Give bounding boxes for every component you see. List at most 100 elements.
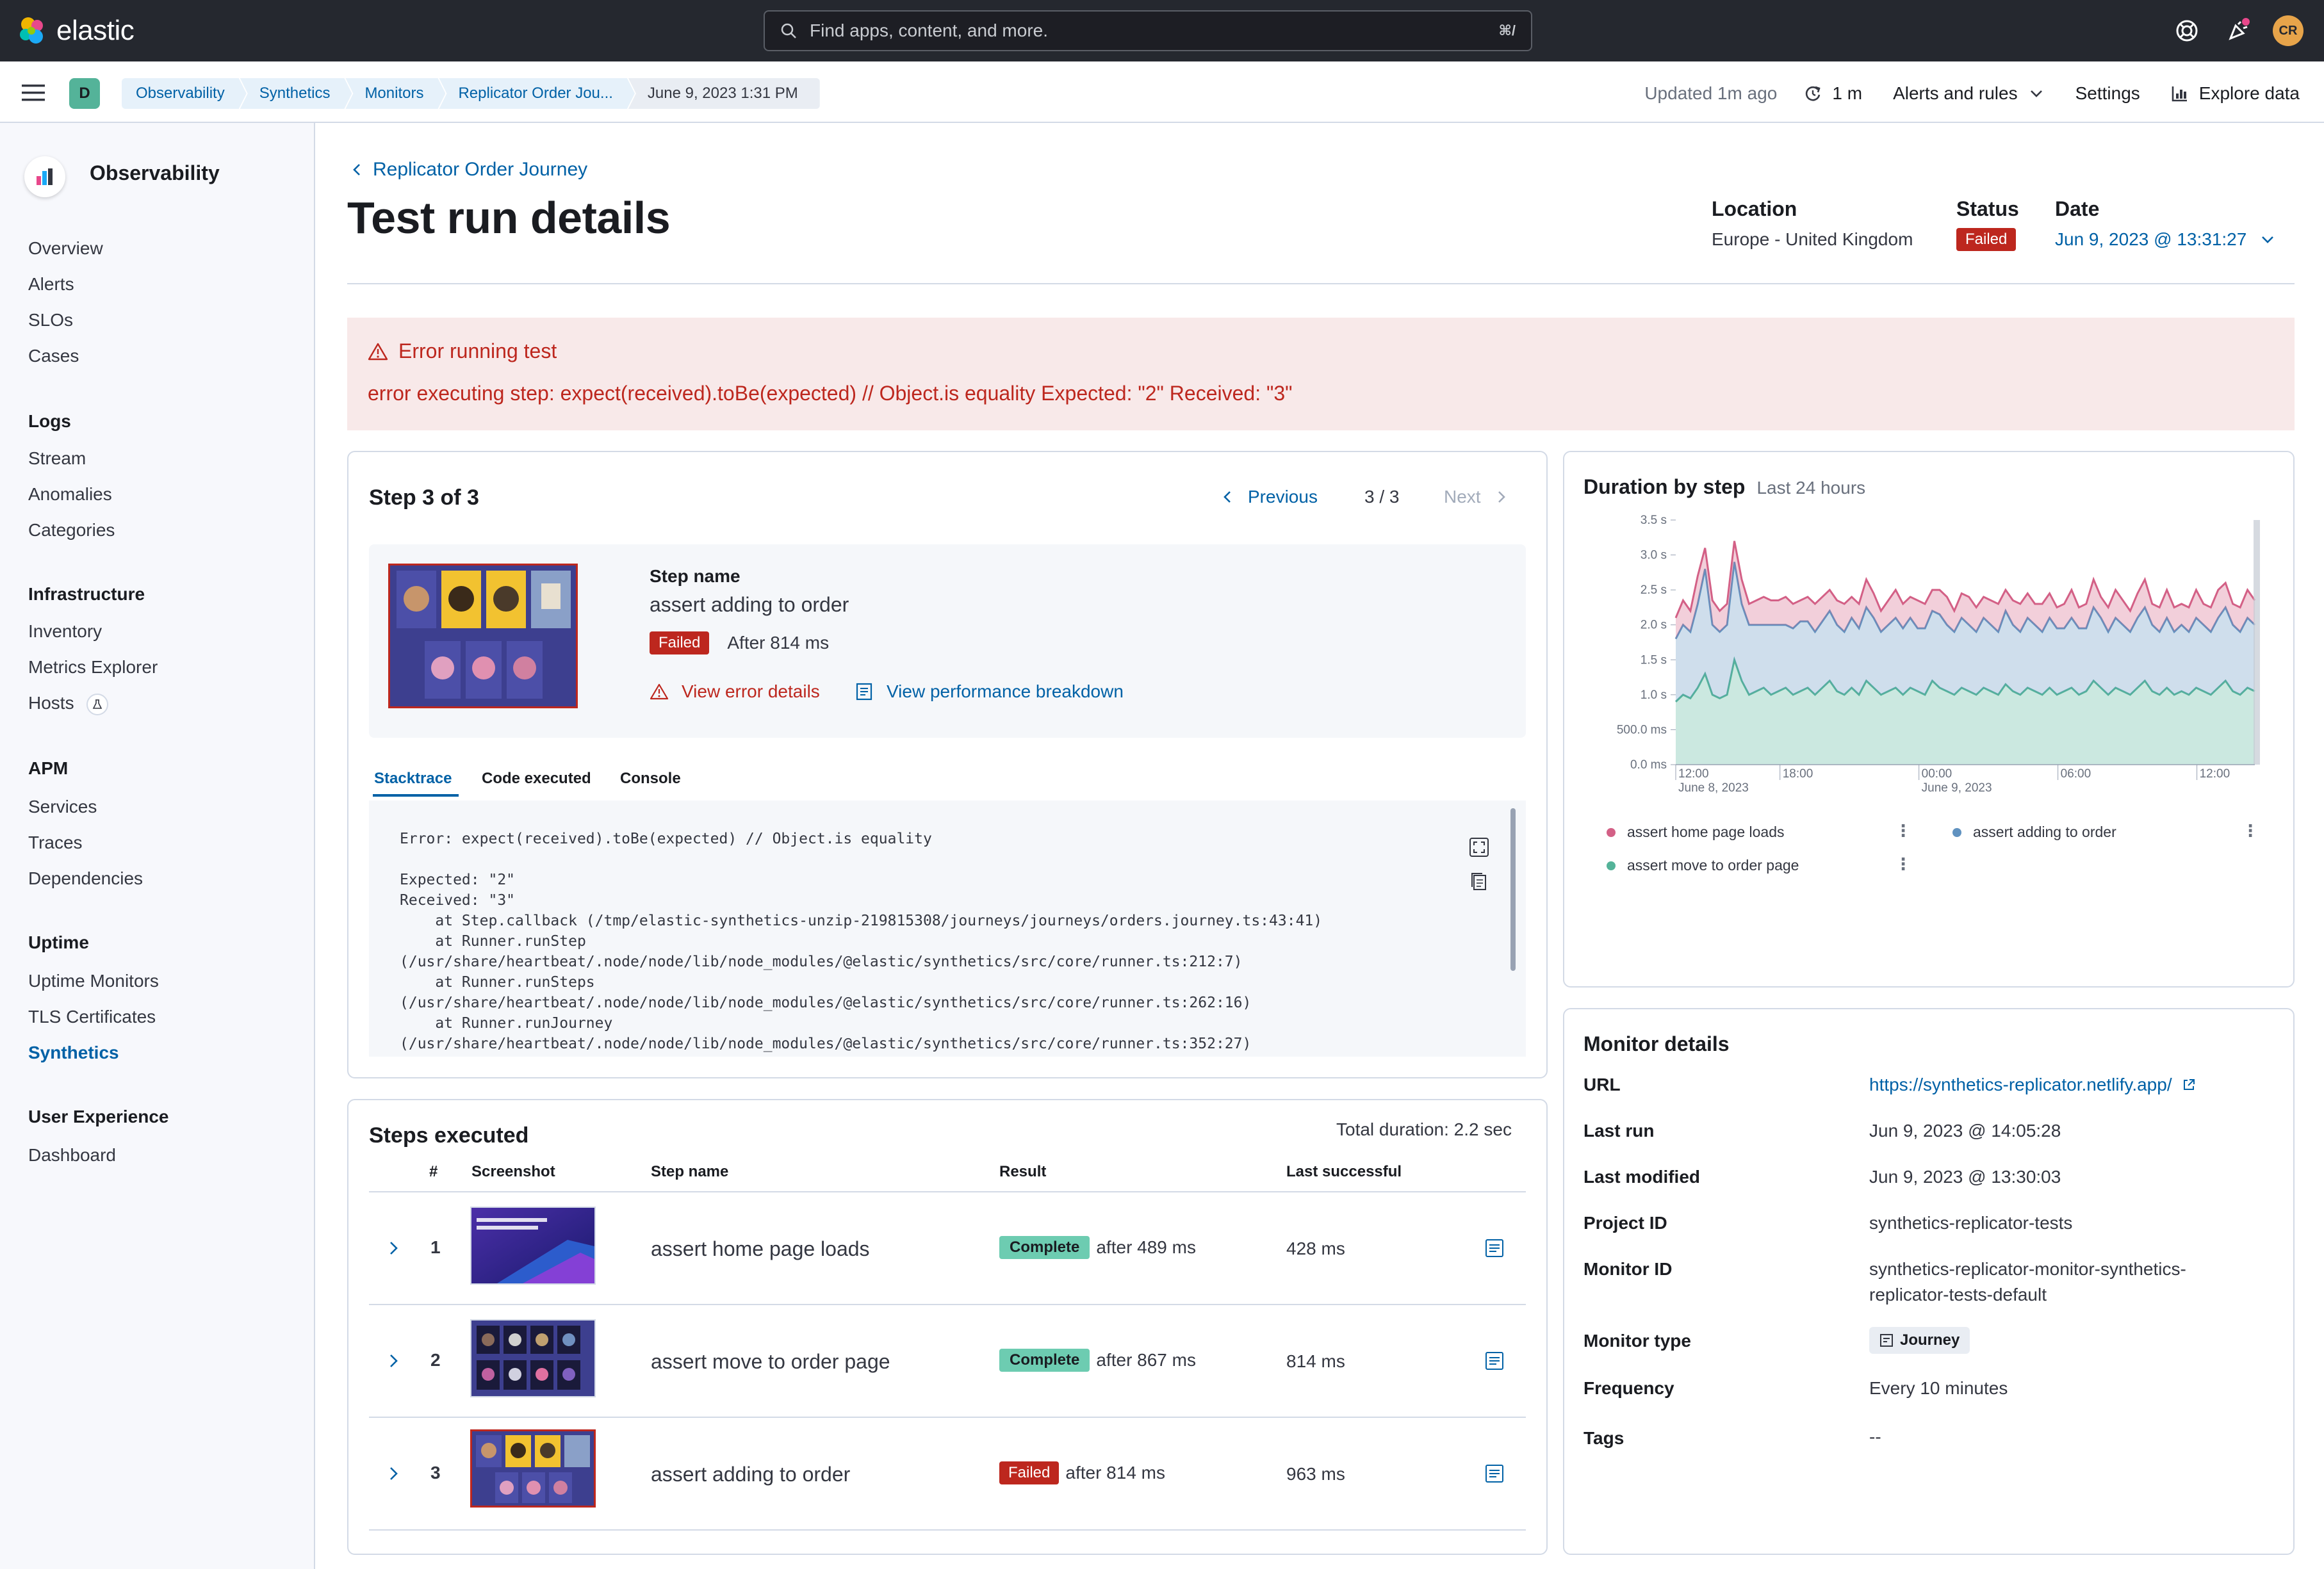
header-divider [347, 283, 2295, 284]
sidebar-item-services[interactable]: Services [28, 797, 97, 817]
observability-logo [24, 156, 65, 197]
legend-actions-icon[interactable]: ⋮ [2242, 821, 2259, 841]
copy-icon[interactable] [1468, 871, 1490, 893]
document-icon[interactable] [1484, 1237, 1505, 1259]
status-label: Status [1956, 197, 2019, 220]
view-error-details-link[interactable]: View error details [650, 681, 820, 702]
sidebar-item-stream[interactable]: Stream [28, 448, 86, 469]
legend-label: assert adding to order [1973, 824, 2116, 840]
breadcrumb-monitor[interactable]: Replicator Order Jou... [439, 78, 634, 109]
screenshot-image [471, 1321, 594, 1396]
duration-chart[interactable]: 0.0 ms 500.0 ms 1.0 s 1.5 s 2.0 s 2.5 s 3.0 s 3… [1586, 511, 2297, 806]
sidebar-item-inventory[interactable]: Inventory [28, 621, 102, 642]
explore-data-link[interactable]: Explore data [2171, 83, 2300, 104]
legend-actions-icon[interactable]: ⋮ [1895, 854, 1911, 874]
external-link-icon [2183, 1079, 2195, 1090]
sidebar-item-traces[interactable]: Traces [28, 833, 83, 853]
tab-console[interactable]: Console [620, 770, 681, 788]
monitor-type-value: Journey [1900, 1331, 1960, 1349]
x-tick-label: 06:00 [2061, 767, 2091, 781]
previous-step-button[interactable]: Previous [1221, 487, 1318, 507]
sidebar-item-dashboard[interactable]: Dashboard [28, 1145, 116, 1166]
step-result: Failed after 814 ms [999, 1461, 1165, 1484]
monitor-details-title: Monitor details [1583, 1032, 1730, 1055]
search-placeholder: Find apps, content, and more. [810, 20, 1048, 40]
status-badge-label: Failed [1956, 228, 2017, 251]
next-step-button[interactable]: Next [1444, 487, 1508, 507]
frequency-label: Frequency [1583, 1378, 1674, 1398]
step-screenshot[interactable] [388, 564, 578, 708]
step-number: 1 [430, 1237, 441, 1257]
expand-row-icon[interactable] [386, 1353, 401, 1369]
back-to-monitor-link[interactable]: Replicator Order Journey [350, 159, 587, 181]
alerts-and-rules-menu[interactable]: Alerts and rules [1893, 83, 2045, 104]
duration-panel-header: Duration by step Last 24 hours [1583, 475, 1865, 499]
expand-row-icon[interactable] [386, 1465, 401, 1482]
step-result: Complete after 867 ms [999, 1349, 1196, 1372]
sidebar-item-uptime-monitors[interactable]: Uptime Monitors [28, 971, 159, 991]
result-duration: after 814 ms [1065, 1463, 1166, 1483]
breadcrumb-test-run: June 9, 2023 1:31 PM [628, 78, 820, 109]
sidebar-item-synthetics[interactable]: Synthetics [28, 1043, 119, 1063]
step-thumbnail[interactable] [470, 1429, 596, 1508]
sidebar-group-infrastructure: Infrastructure [28, 584, 145, 604]
search-shortcut: ⌘/ [1498, 22, 1516, 38]
document-icon[interactable] [1484, 1463, 1505, 1484]
legend-item-adding-to-order[interactable]: assert adding to order [1952, 824, 2116, 841]
sidebar-item-cases[interactable]: Cases [28, 346, 79, 366]
x-tick-label: 12:00 [1678, 767, 1709, 781]
document-icon[interactable] [1484, 1350, 1505, 1372]
legend-actions-icon[interactable]: ⋮ [1895, 821, 1911, 841]
sidebar-item-anomalies[interactable]: Anomalies [28, 484, 112, 505]
step-thumbnail[interactable] [470, 1319, 596, 1397]
legend-item-home-page[interactable]: assert home page loads [1607, 824, 1785, 841]
monitor-id-value-line2: replicator-tests-default [1869, 1285, 2047, 1305]
code-scrollbar[interactable] [1510, 808, 1516, 971]
tab-code-executed[interactable]: Code executed [482, 770, 591, 788]
y-tick-label: 2.5 s [1641, 583, 1667, 597]
sidebar-item-overview[interactable]: Overview [28, 238, 103, 259]
refresh-interval-button[interactable]: 1 m [1803, 83, 1862, 104]
breadcrumb-monitors[interactable]: Monitors [345, 78, 445, 109]
menu-icon[interactable] [22, 83, 45, 102]
tags-value: -- [1869, 1427, 1881, 1447]
view-performance-breakdown-label: View performance breakdown [887, 681, 1124, 701]
elastic-logo-icon [20, 17, 43, 44]
date-picker[interactable]: Jun 9, 2023 @ 13:31:27 [2055, 229, 2276, 250]
chevron-left-icon [1223, 491, 1231, 503]
monitor-url-link[interactable]: https://synthetics-replicator.netlify.ap… [1869, 1075, 2197, 1095]
last-successful: 814 ms [1286, 1351, 1345, 1371]
x-tick-label: 00:00 [1922, 767, 1952, 781]
user-avatar[interactable]: CR [2273, 15, 2304, 46]
legend-item-move-to-order[interactable]: assert move to order page [1607, 857, 1799, 874]
monitor-id-label: Monitor ID [1583, 1259, 1673, 1279]
elastic-logo[interactable]: elastic [17, 14, 135, 47]
observability-icon [37, 168, 53, 185]
expand-row-icon[interactable] [386, 1240, 401, 1256]
tab-stacktrace[interactable]: Stacktrace [374, 770, 452, 788]
help-icon[interactable] [2173, 17, 2201, 45]
search-icon [781, 23, 796, 38]
sidebar-item-metrics-explorer[interactable]: Metrics Explorer [28, 657, 158, 678]
warning-icon [368, 343, 388, 360]
monitor-type-label: Monitor type [1583, 1331, 1691, 1351]
sidebar-group-user-experience: User Experience [28, 1107, 169, 1126]
newsfeed-icon[interactable] [2224, 17, 2252, 45]
breadcrumb-synthetics[interactable]: Synthetics [240, 78, 352, 109]
settings-link[interactable]: Settings [2075, 83, 2140, 104]
y-tick-label: 2.0 s [1641, 619, 1667, 632]
sidebar-item-categories[interactable]: Categories [28, 520, 115, 541]
breadcrumb-observability[interactable]: Observability [122, 78, 247, 109]
global-search-input[interactable]: Find apps, content, and more. ⌘/ [764, 10, 1532, 51]
view-performance-breakdown-link[interactable]: View performance breakdown [855, 681, 1124, 702]
sidebar-item-slos[interactable]: SLOs [28, 310, 73, 330]
sidebar-item-hosts[interactable]: Hosts [28, 693, 109, 715]
sidebar-item-dependencies[interactable]: Dependencies [28, 868, 143, 889]
fullscreen-icon[interactable] [1468, 836, 1490, 858]
step-thumbnail[interactable] [470, 1207, 596, 1285]
step-pager: 3 / 3 [1364, 487, 1400, 507]
space-avatar[interactable]: D [69, 78, 100, 109]
result-badge: Failed [999, 1461, 1060, 1484]
sidebar-item-tls-certificates[interactable]: TLS Certificates [28, 1007, 156, 1027]
sidebar-item-alerts[interactable]: Alerts [28, 274, 74, 295]
